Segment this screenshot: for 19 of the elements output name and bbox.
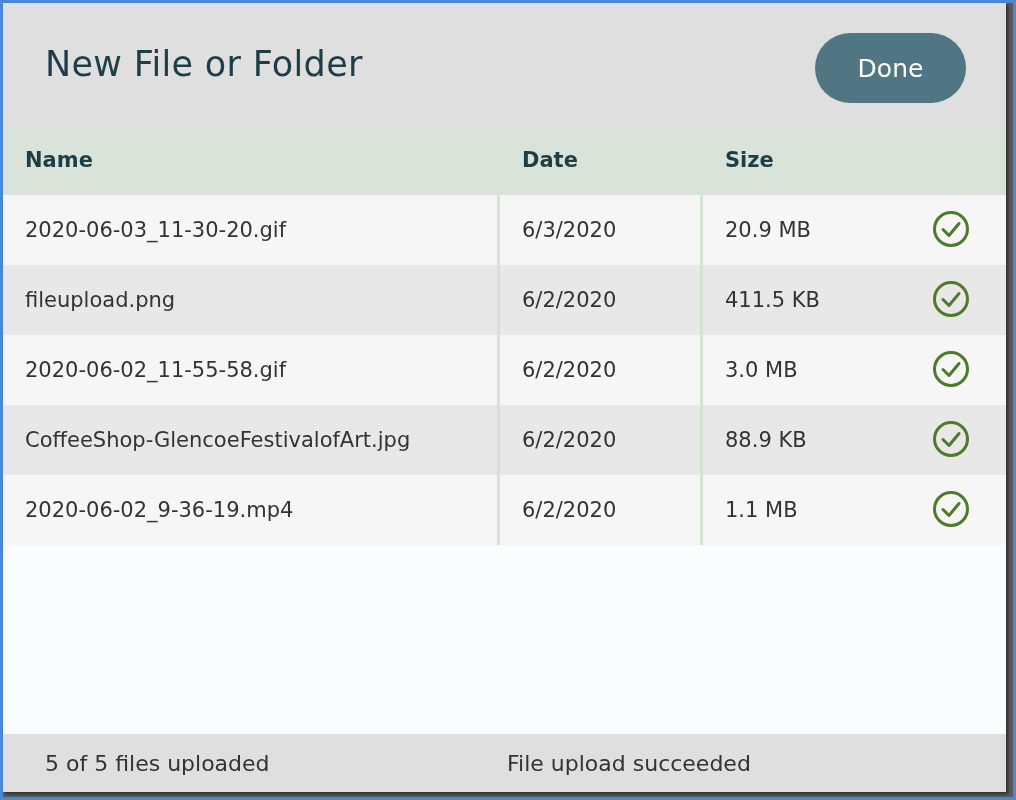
column-header[interactable]: Size — [703, 125, 920, 195]
dialog-title: New File or Folder — [45, 44, 363, 84]
status-message: File upload succeeded — [507, 750, 751, 776]
check-circle-icon — [932, 420, 970, 458]
table-cell-text: 20.9 MB — [724, 217, 812, 244]
upload-count: 5 of 5 files uploaded — [44, 750, 271, 776]
check-circle-icon — [932, 210, 970, 248]
table-cell-text: 1.1 MB — [724, 497, 799, 524]
column-header[interactable]: Date — [500, 125, 703, 195]
table-cell: 6/2/2020 — [500, 475, 703, 545]
check-circle-icon — [932, 280, 970, 318]
table-cell-text: 88.9 KB — [724, 427, 808, 454]
table-cell-text: 411.5 KB — [724, 287, 821, 314]
check-circle-icon — [932, 350, 970, 388]
check-circle-icon — [932, 490, 970, 528]
column-header[interactable]: Name — [3, 125, 500, 195]
table-cell: 2020-06-02_9-36-19.mp4 — [3, 475, 500, 545]
done-button[interactable]: Done — [815, 33, 966, 103]
table-cell-text: 3.0 MB — [724, 357, 799, 384]
